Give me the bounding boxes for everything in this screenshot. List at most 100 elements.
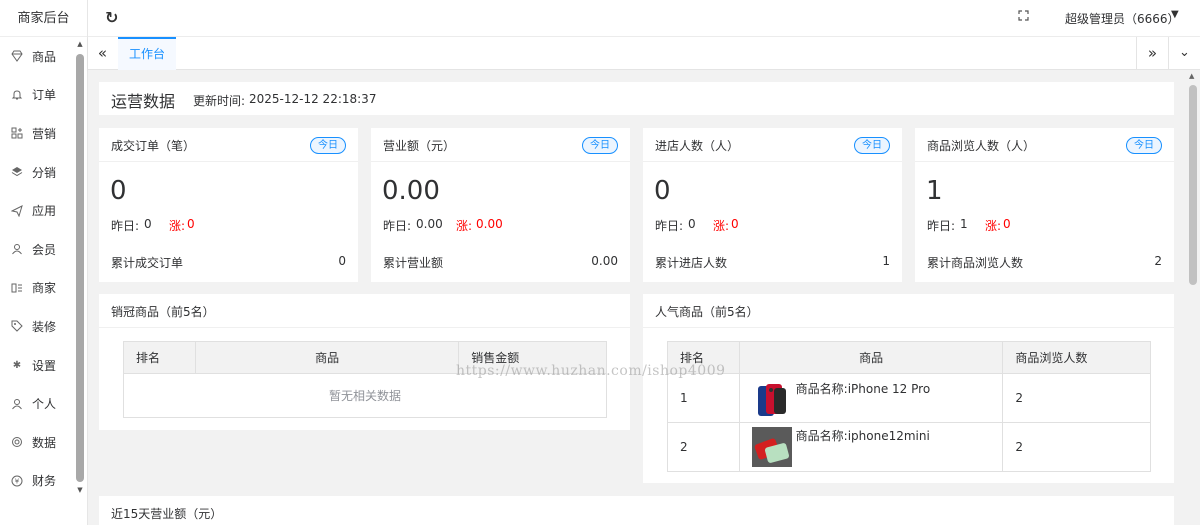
yesterday-value: 0.00 (416, 217, 443, 231)
rank-cell: 2 (667, 422, 740, 472)
caret-down-icon[interactable]: ▼ (1171, 9, 1179, 20)
rise-label: 涨: (713, 219, 730, 233)
grid-plus-icon (10, 126, 24, 140)
popular-products-table: 排名 商品 商品浏览人数 1 商品名称:iPhone 12 Pro 2 2 商品… (667, 341, 1151, 472)
sidebar-item-goods[interactable]: 商品 (0, 37, 78, 76)
column-header: 商品 (738, 341, 1004, 374)
sidebar-item-label: 设置 (32, 358, 57, 373)
fullscreen-icon[interactable] (1018, 10, 1029, 24)
yesterday-label: 昨日: (655, 219, 684, 233)
stat-card-revenue: 营业额（元） 今日 0.00 昨日: 0.00 涨: 0.00 累计营业额 0.… (371, 128, 630, 282)
total-value: 0.00 (591, 254, 618, 268)
total-value: 0 (338, 254, 346, 268)
sidebar-item-members[interactable]: 会员 (0, 230, 78, 269)
update-time: 2025-12-12 22:18:37 (249, 92, 377, 106)
operations-header: 运营数据 更新时间: 2025-12-12 22:18:37 (99, 82, 1174, 115)
sidebar-item-apps[interactable]: 应用 (0, 191, 78, 230)
table-row[interactable]: 1 商品名称:iPhone 12 Pro 2 (667, 373, 1151, 423)
table-header-row: 排名 商品 商品浏览人数 (667, 341, 1151, 374)
panel-title: 近15天营业额（元） (111, 507, 223, 521)
refresh-icon[interactable]: ↻ (105, 9, 118, 27)
user-menu[interactable]: 超级管理员（6666） (1065, 10, 1180, 27)
stat-title: 进店人数（人） (655, 139, 740, 153)
yesterday-value: 0 (144, 217, 152, 231)
sidebar-item-label: 商品 (32, 49, 57, 64)
tabs-scroll-left-icon[interactable]: « (88, 37, 117, 69)
sidebar-scroll-thumb[interactable] (76, 54, 84, 482)
stat-card-orders: 成交订单（笔） 今日 0 昨日: 0 涨: 0 累计成交订单 0 (99, 128, 358, 282)
total-label: 累计进店人数 (655, 256, 728, 270)
scroll-up-arrow-icon[interactable]: ▲ (1189, 72, 1194, 80)
user-icon (10, 242, 24, 256)
sidebar-item-settings[interactable]: ✱ 设置 (0, 346, 78, 385)
views-cell: 2 (1002, 422, 1151, 472)
tab-workbench[interactable]: 工作台 (118, 37, 176, 70)
table-row[interactable]: 2 商品名称:iphone12mini 2 (667, 422, 1151, 472)
rise-label: 涨: (169, 219, 186, 233)
stat-title: 商品浏览人数（人） (927, 139, 1036, 153)
sidebar-item-label: 订单 (32, 88, 57, 103)
yesterday-label: 昨日: (383, 219, 412, 233)
sidebar-item-marketing[interactable]: 营销 (0, 114, 78, 153)
sidebar-item-data[interactable]: 数据 (0, 423, 78, 462)
tag-icon (10, 319, 24, 333)
page-title: 运营数据 (111, 92, 176, 111)
sidebar-item-label: 个人 (32, 397, 57, 412)
yen-icon: ¥ (10, 474, 24, 488)
sidebar-item-finance[interactable]: ¥ 财务 (0, 462, 78, 501)
tabs-dropdown-icon[interactable]: ⌄ (1168, 37, 1200, 69)
total-value: 1 (882, 254, 890, 268)
sidebar-item-label: 应用 (32, 204, 57, 219)
stat-card-visitors: 进店人数（人） 今日 0 昨日: 0 涨: 0 累计进店人数 1 (643, 128, 902, 282)
product-cell: 商品名称:iphone12mini (738, 422, 1004, 472)
total-label: 累计营业额 (383, 256, 444, 270)
main-content: 运营数据 更新时间: 2025-12-12 22:18:37 成交订单（笔） 今… (88, 70, 1186, 525)
stat-value: 0 (110, 176, 127, 206)
total-label: 累计成交订单 (111, 256, 184, 270)
rise-label: 涨: (456, 219, 473, 233)
sidebar-item-label: 数据 (32, 435, 57, 450)
sidebar-item-orders[interactable]: 订单 (0, 76, 78, 115)
rise-value: 0 (1003, 217, 1011, 231)
today-badge: 今日 (582, 137, 618, 154)
scroll-down-arrow-icon[interactable]: ▼ (76, 486, 84, 494)
panel-title: 销冠商品（前5名） (111, 305, 215, 319)
yesterday-value: 1 (960, 217, 968, 231)
top-sales-table: 排名 商品 销售金额 暂无相关数据 (123, 341, 607, 418)
scroll-up-arrow-icon[interactable]: ▲ (76, 40, 84, 48)
tabs-scroll-right-icon[interactable]: » (1136, 37, 1168, 69)
stat-value: 0 (654, 176, 671, 206)
sidebar-item-merchant[interactable]: 商家 (0, 269, 78, 308)
main-scrollbar[interactable]: ▲ (1186, 70, 1200, 525)
views-cell: 2 (1002, 373, 1151, 423)
layers-icon (10, 165, 24, 179)
sidebar-item-distribution[interactable]: 分销 (0, 153, 78, 192)
product-thumbnail (751, 380, 792, 420)
column-header: 商品浏览人数 (1002, 341, 1151, 374)
column-header: 排名 (123, 341, 196, 374)
column-header: 排名 (667, 341, 740, 374)
main-scroll-thumb[interactable] (1189, 85, 1197, 285)
sidebar-item-decoration[interactable]: 装修 (0, 307, 78, 346)
today-badge: 今日 (854, 137, 890, 154)
top-bar: ↻ 超级管理员（6666） ▼ (88, 0, 1200, 37)
rank-cell: 1 (667, 373, 740, 423)
gear-icon: ✱ (12, 359, 22, 371)
product-name: 商品名称:iphone12mini (795, 429, 930, 443)
update-time-label: 更新时间: (193, 94, 246, 108)
sidebar-item-personal[interactable]: 个人 (0, 384, 78, 423)
brand-title: 商家后台 (0, 0, 87, 37)
column-header: 商品 (194, 341, 460, 374)
sidebar-item-label: 商家 (32, 281, 57, 296)
diamond-icon (10, 49, 24, 63)
rise-value: 0 (731, 217, 739, 231)
stat-value: 0.00 (382, 176, 440, 206)
send-icon (10, 204, 24, 218)
sidebar-menu: 商品 订单 营销 分销 应用 会员 商家 装修 ✱ 设置 个人 数据 ¥ 财务 (0, 37, 78, 500)
rise-label: 涨: (985, 219, 1002, 233)
product-cell: 商品名称:iPhone 12 Pro (738, 373, 1004, 423)
sidebar-scrollbar[interactable]: ▲ ▼ (76, 40, 84, 495)
empty-row: 暂无相关数据 (123, 373, 607, 418)
column-header: 销售金额 (458, 341, 607, 374)
today-badge: 今日 (310, 137, 346, 154)
